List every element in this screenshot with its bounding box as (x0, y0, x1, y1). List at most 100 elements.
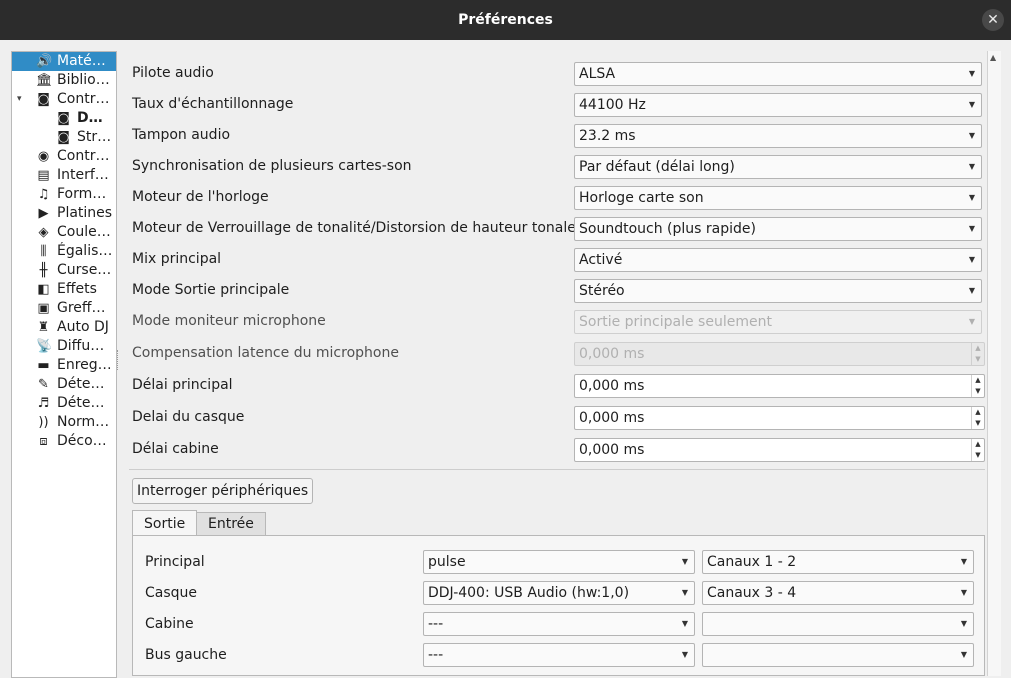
title-bar: Préférences ✕ (0, 0, 1011, 40)
sidebar-item-decoders[interactable]: ⧈ Déco… (12, 432, 116, 451)
clock-engine-select[interactable]: Horloge carte son ▼ (574, 186, 982, 210)
vinyl-icon: ◉ (37, 149, 50, 164)
main-output-mode-select[interactable]: Stéréo ▼ (574, 279, 982, 303)
panel-scrollbar[interactable]: ▲ (987, 51, 1001, 676)
spin-buttons[interactable]: ▲ ▼ (971, 439, 984, 461)
robot-icon: ♜ (37, 320, 50, 335)
sidebar-item-library[interactable]: 🏛 Biblio… (12, 71, 116, 90)
left-bus-device-select[interactable]: --- ▼ (423, 643, 695, 667)
sound-hardware-panel: Pilote audio ALSA ▼ Taux d'échantillonna… (119, 51, 987, 676)
mic-latency-label: Compensation latence du microphone (132, 345, 399, 361)
sidebar-item-vinyl-control[interactable]: ◉ Contr… (12, 147, 116, 166)
sidebar-item-label: Form… (57, 186, 107, 202)
sidebar-item-label: Coule… (57, 224, 111, 240)
device-label-headphones: Casque (145, 585, 198, 601)
sidebar-item-controller-stream[interactable]: ◙ Str… (12, 128, 116, 147)
left-bus-channels-select[interactable]: ▼ (702, 643, 974, 667)
chevron-down-icon: ▼ (968, 224, 975, 233)
main-delay-label: Délai principal (132, 377, 233, 393)
chevron-down-icon: ▼ (681, 650, 688, 659)
sidebar-item-label: Diffu… (57, 338, 105, 354)
chevron-down-icon: ▼ (968, 193, 975, 202)
crossfader-icon: ╫ (39, 263, 48, 278)
sample-rate-label: Taux d'échantillonnage (132, 96, 294, 112)
sidebar-item-plugins[interactable]: ▣ Greff… (12, 299, 116, 318)
tab-input[interactable]: Entrée (196, 512, 266, 536)
booth-delay-spinbox[interactable]: 0,000 ms ▲ ▼ (574, 438, 985, 462)
controller-device-icon: ◙ (57, 130, 70, 145)
sidebar-item-colors[interactable]: ◈ Coule… (12, 223, 116, 242)
chevron-down-icon: ▼ (968, 317, 975, 326)
spin-buttons[interactable]: ▲ ▼ (971, 407, 984, 429)
tab-output[interactable]: Sortie (132, 510, 198, 537)
keylock-engine-select[interactable]: Soundtouch (plus rapide) ▼ (574, 217, 982, 241)
spin-buttons: ▲ ▼ (971, 343, 984, 365)
sidebar-item-label: Maté… (57, 53, 106, 69)
sidebar-item-label: Déte… (57, 395, 105, 411)
sidebar-item-effects[interactable]: ◧ Effets (12, 280, 116, 299)
chevron-down-icon: ▼ (968, 131, 975, 140)
color-icon: ◈ (38, 225, 49, 240)
chevron-down-icon[interactable]: ▾ (17, 90, 22, 109)
sidebar-item-label: Auto DJ (57, 319, 109, 335)
headphones-device-select[interactable]: DDJ-400: USB Audio (hw:1,0) ▼ (423, 581, 695, 605)
sidebar-item-sound-hardware[interactable]: 🔊 Maté… (12, 52, 116, 71)
sidebar-item-label: Biblio… (57, 72, 110, 88)
audio-driver-select[interactable]: ALSA ▼ (574, 62, 982, 86)
close-icon: ✕ (987, 12, 999, 28)
main-mix-label: Mix principal (132, 251, 222, 267)
main-device-select[interactable]: pulse ▼ (423, 550, 695, 574)
sidebar-item-label: Déte… (57, 376, 105, 392)
controller-device-icon: ◙ (57, 111, 70, 126)
sidebar-item-equalizers[interactable]: ⫼ Égalis… (12, 242, 116, 261)
speaker-icon: 🔊 (36, 54, 53, 69)
query-devices-button[interactable]: Interroger périphériques (132, 478, 314, 504)
booth-device-select[interactable]: --- ▼ (423, 612, 695, 636)
sidebar-item-crossfader[interactable]: ╫ Curse… (12, 261, 116, 280)
scroll-up-icon[interactable]: ▲ (990, 53, 996, 62)
sidebar-item-label: Platines (57, 205, 113, 221)
chevron-down-icon: ▼ (968, 100, 975, 109)
record-icon: ▬ (37, 358, 50, 373)
sidebar-item-label: Enreg… (57, 357, 112, 373)
multi-soundcard-sync-select[interactable]: Par défaut (délai long) ▼ (574, 155, 982, 179)
sidebar-item-controllers[interactable]: ▾ ◙ Contr… (12, 90, 116, 109)
sidebar-item-recording[interactable]: ▬ Enreg… (12, 356, 116, 375)
chevron-down-icon: ▼ (960, 557, 967, 566)
sidebar-item-normalization[interactable]: )) Norm… (12, 413, 116, 432)
sidebar-item-key-detection[interactable]: ♬ Déte… (12, 394, 116, 413)
chevron-down-icon: ▼ (681, 588, 688, 597)
main-mix-select[interactable]: Activé ▼ (574, 248, 982, 272)
spin-buttons[interactable]: ▲ ▼ (971, 375, 984, 397)
chevron-down-icon: ▼ (968, 255, 975, 264)
sidebar-item-decks[interactable]: ▶ Platines (12, 204, 116, 223)
main-channels-select[interactable]: Canaux 1 - 2 ▼ (702, 550, 974, 574)
headphones-channels-select[interactable]: Canaux 3 - 4 ▼ (702, 581, 974, 605)
sidebar-item-controller-ddj[interactable]: ◙ D… (12, 109, 116, 128)
booth-channels-select[interactable]: ▼ (702, 612, 974, 636)
main-delay-spinbox[interactable]: 0,000 ms ▲ ▼ (574, 374, 985, 398)
sidebar-item-label: Greff… (57, 300, 106, 316)
close-button[interactable]: ✕ (982, 9, 1004, 31)
preferences-sidebar[interactable]: 🔊 Maté… 🏛 Biblio… ▾ ◙ Contr… ◙ D… ◙ Str…… (11, 51, 117, 678)
keylock-engine-label: Moteur de Verrouillage de tonalité/Disto… (132, 220, 576, 236)
sidebar-item-waveforms[interactable]: ♫ Form… (12, 185, 116, 204)
preferences-body: 🔊 Maté… 🏛 Biblio… ▾ ◙ Contr… ◙ D… ◙ Str…… (0, 40, 1011, 678)
sidebar-item-auto-dj[interactable]: ♜ Auto DJ (12, 318, 116, 337)
sidebar-item-interface[interactable]: ▤ Interf… (12, 166, 116, 185)
headphone-delay-spinbox[interactable]: 0,000 ms ▲ ▼ (574, 406, 985, 430)
mic-monitor-mode-label: Mode moniteur microphone (132, 313, 326, 329)
sample-rate-select[interactable]: 44100 Hz ▼ (574, 93, 982, 117)
clock-engine-label: Moteur de l'horloge (132, 189, 269, 205)
sidebar-item-broadcast[interactable]: 📡 Diffu… (12, 337, 116, 356)
vinyl-control-icon: ⧈ (39, 434, 48, 449)
sidebar-item-label: Contr… (57, 91, 110, 107)
audio-buffer-select[interactable]: 23.2 ms ▼ (574, 124, 982, 148)
chevron-down-icon: ▼ (681, 619, 688, 628)
sidebar-item-bpm-detection[interactable]: ✎ Déte… (12, 375, 116, 394)
audio-driver-label: Pilote audio (132, 65, 214, 81)
sidebar-item-label: Effets (57, 281, 97, 297)
sidebar-item-label: Égalis… (57, 243, 113, 259)
chevron-down-icon: ▼ (960, 588, 967, 597)
sidebar-item-label: Interf… (57, 167, 109, 183)
